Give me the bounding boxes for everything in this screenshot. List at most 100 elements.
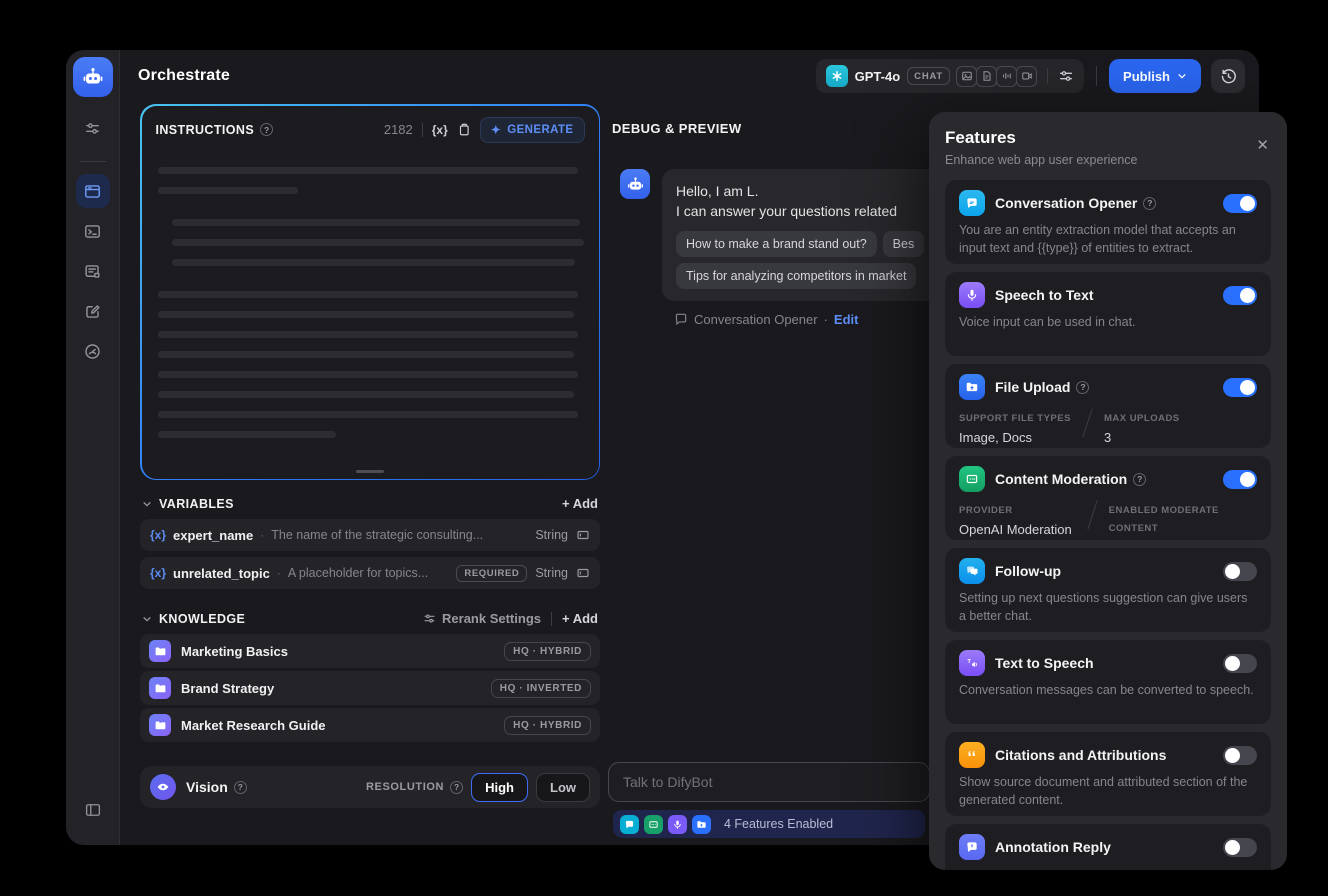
file-upload-icon — [959, 374, 985, 400]
annotation-reply-toggle[interactable] — [1223, 837, 1257, 857]
chat-input[interactable] — [608, 762, 930, 802]
sidebar-divider — [79, 161, 106, 162]
speech-to-text-toggle[interactable] — [1223, 285, 1257, 305]
sidebar-item-logs[interactable] — [76, 254, 110, 288]
configuration-panel: INSTRUCTIONS 2182 {x} ✦ GENERATE — [140, 102, 600, 845]
bot-avatar — [620, 169, 650, 199]
copy-icon[interactable] — [457, 122, 471, 137]
instructions-panel: INSTRUCTIONS 2182 {x} ✦ GENERATE — [140, 104, 600, 480]
sidebar-item-annotations[interactable] — [76, 294, 110, 328]
help-icon[interactable] — [1076, 380, 1090, 394]
chevron-down-icon[interactable] — [142, 614, 152, 624]
model-params-icon[interactable] — [1058, 68, 1074, 84]
tune-icon — [424, 614, 435, 623]
character-count: 2182 — [383, 122, 413, 137]
conversation-opener-toggle[interactable] — [1223, 193, 1257, 213]
feature-title: Text to Speech — [995, 655, 1094, 671]
feature-card-text-to-speech: T Text to Speech Conversation messages c… — [945, 640, 1271, 724]
collapse-sidebar-icon[interactable] — [76, 793, 110, 827]
insert-variable-icon[interactable]: {x} — [432, 123, 448, 137]
feature-description: You are an entity extraction model that … — [959, 223, 1236, 255]
knowledge-badge: HQ · HYBRID — [504, 715, 591, 735]
knowledge-row[interactable]: Brand Strategy HQ · INVERTED — [140, 671, 600, 705]
variable-name: expert_name — [173, 527, 254, 543]
feature-title: Content Moderation — [995, 471, 1128, 487]
field-label: MAX UPLOADS — [1103, 413, 1180, 424]
enabled-features-tray[interactable]: 4 Features Enabled — [613, 810, 925, 838]
knowledge-badge: HQ · HYBRID — [504, 641, 591, 661]
generate-button[interactable]: ✦ GENERATE — [479, 116, 585, 143]
variable-icon: {x} — [150, 528, 167, 542]
add-variable-button[interactable]: + Add — [562, 496, 598, 511]
version-history-icon[interactable] — [1211, 59, 1245, 93]
opener-caption-label: Conversation Opener — [694, 311, 818, 327]
publish-button[interactable]: Publish — [1109, 59, 1201, 93]
sidebar-item-monitoring[interactable] — [76, 334, 110, 368]
model-capability-icons — [956, 65, 1038, 87]
content-moderation-icon — [959, 466, 985, 492]
model-selector[interactable]: GPT-4o CHAT — [815, 59, 1085, 93]
suggestion-chip[interactable]: Tips for analyzing competitors in market — [676, 262, 917, 289]
follow-up-icon — [959, 558, 985, 584]
feature-card-file-upload: File Upload SUPPORT FILE TYPES Image, Doc… — [945, 364, 1271, 448]
sidebar-item-terminal[interactable] — [76, 214, 110, 248]
resolution-low-button[interactable]: Low — [536, 772, 590, 802]
feature-card-conversation-opener: Conversation Opener You are an entity ex… — [945, 180, 1271, 264]
audio-capability-icon — [996, 65, 1018, 87]
sidebar-item-orchestrate[interactable] — [75, 174, 110, 208]
knowledge-folder-icon — [149, 677, 171, 699]
variable-row[interactable]: {x} unrelated_topic · A placeholder for … — [140, 557, 600, 589]
feature-card-annotation-reply: Annotation Reply — [945, 824, 1271, 870]
chevron-down-icon[interactable] — [142, 499, 152, 509]
page-title: Orchestrate — [138, 67, 231, 84]
model-mode-badge: CHAT — [907, 67, 951, 85]
variable-row[interactable]: {x} expert_name · The name of the strate… — [140, 519, 600, 551]
chevron-down-icon — [1178, 74, 1186, 79]
content-moderation-toggle[interactable] — [1223, 469, 1257, 489]
feature-description: Conversation messages can be converted t… — [959, 683, 1254, 697]
knowledge-folder-icon — [149, 714, 171, 736]
pill-divider — [1047, 68, 1049, 84]
divider — [551, 611, 552, 626]
knowledge-name: Brand Strategy — [181, 680, 275, 696]
file-upload-mini-icon — [692, 814, 711, 834]
features-subtitle: Enhance web app user experience — [945, 153, 1138, 167]
resolution-label: RESOLUTION — [365, 781, 445, 793]
rerank-settings-button[interactable]: Rerank Settings — [423, 611, 541, 626]
help-icon[interactable] — [1133, 472, 1147, 486]
citations-toggle[interactable] — [1223, 745, 1257, 765]
instructions-editor[interactable] — [142, 151, 599, 479]
help-icon[interactable] — [260, 123, 274, 136]
edit-opener-link[interactable]: Edit — [834, 312, 859, 327]
text-to-speech-toggle[interactable] — [1223, 653, 1257, 673]
file-upload-toggle[interactable] — [1223, 377, 1257, 397]
resolution-high-button[interactable]: High — [471, 772, 528, 802]
instructions-title: INSTRUCTIONS — [155, 122, 255, 137]
citations-icon — [959, 742, 985, 768]
feature-title: Citations and Attributions — [995, 747, 1167, 763]
follow-up-toggle[interactable] — [1223, 561, 1257, 581]
feature-card-follow-up: Follow-up Setting up next questions sugg… — [945, 548, 1271, 632]
variables-title: VARIABLES — [159, 496, 234, 511]
knowledge-row[interactable]: Market Research Guide HQ · HYBRID — [140, 708, 600, 742]
knowledge-row[interactable]: Marketing Basics HQ · HYBRID — [140, 634, 600, 668]
suggestion-chip[interactable]: Bes — [882, 230, 925, 257]
help-icon[interactable] — [1143, 196, 1157, 210]
divider — [421, 122, 423, 137]
content-moderation-mini-icon — [644, 814, 663, 834]
help-icon[interactable] — [450, 780, 464, 794]
features-title: Features — [945, 128, 1016, 147]
speech-to-text-icon — [959, 282, 985, 308]
resize-handle[interactable] — [356, 469, 384, 473]
close-icon[interactable]: ✕ — [1256, 136, 1269, 154]
publish-label: Publish — [1123, 68, 1170, 84]
variable-description: A placeholder for topics... — [287, 566, 429, 580]
suggestion-chip[interactable]: How to make a brand stand out? — [676, 230, 877, 257]
help-icon[interactable] — [233, 780, 247, 794]
feature-title: File Upload — [995, 379, 1071, 395]
preferences-icon[interactable] — [76, 111, 110, 145]
app-logo-robot[interactable] — [72, 57, 113, 97]
openai-icon — [825, 65, 848, 87]
conversation-opener-mini-icon — [620, 814, 639, 834]
add-knowledge-button[interactable]: + Add — [562, 611, 598, 626]
